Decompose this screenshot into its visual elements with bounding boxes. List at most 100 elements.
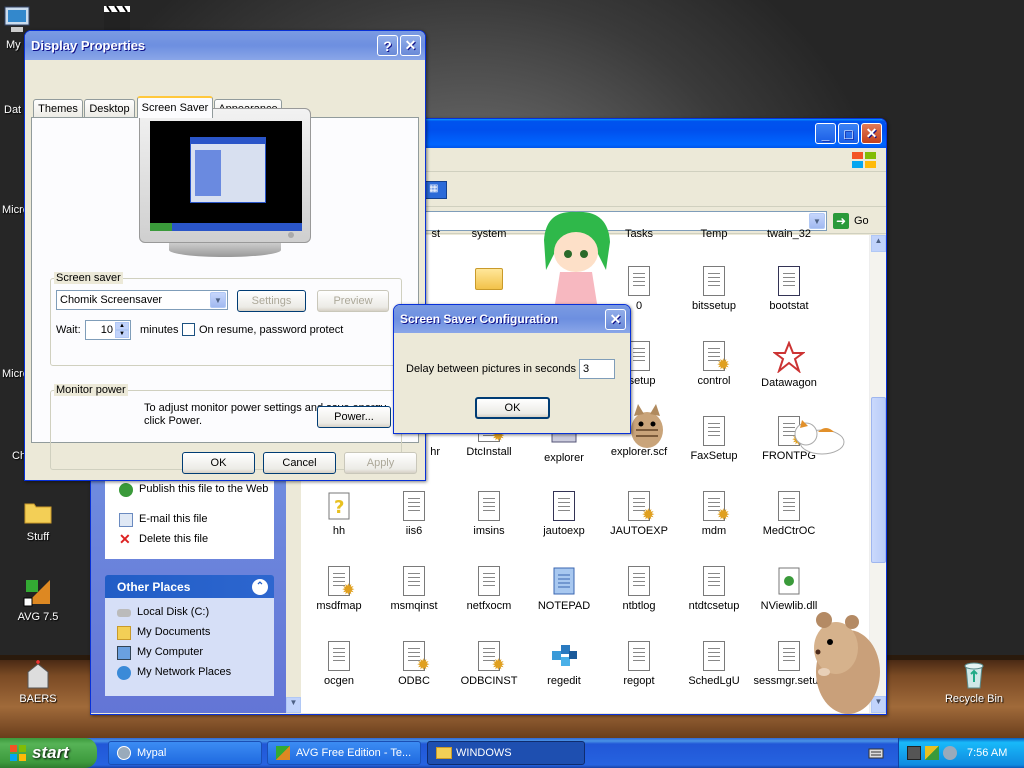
file-item[interactable]: ODBCINST: [452, 641, 526, 687]
regedit-icon: [552, 645, 577, 666]
file-item[interactable]: bitssetup: [677, 266, 751, 312]
scroll-thumb[interactable]: [871, 397, 886, 563]
email-link[interactable]: E-mail this file: [119, 513, 269, 527]
file-item[interactable]: jautoexp: [527, 491, 601, 537]
spin-up-icon[interactable]: ▲: [115, 322, 129, 330]
tray-mypal-icon[interactable]: [943, 746, 957, 760]
file-label: twain_32: [766, 228, 812, 240]
file-item[interactable]: bootstat: [752, 266, 826, 312]
local-disk-label: Local Disk (C:): [137, 606, 210, 618]
minimize-button[interactable]: _: [815, 123, 836, 144]
file-item[interactable]: control: [677, 341, 751, 387]
file-item[interactable]: mdm: [677, 491, 751, 537]
desktop-icon-avg[interactable]: AVG 7.5: [1, 576, 75, 624]
document-icon: [478, 491, 500, 521]
file-item[interactable]: regedit: [527, 641, 601, 687]
views-button[interactable]: ▦: [425, 181, 447, 199]
file-item[interactable]: ntdtcsetup: [677, 566, 751, 612]
delete-link[interactable]: ✕ Delete this file: [119, 532, 269, 547]
maximize-button[interactable]: □: [838, 123, 859, 144]
close-button[interactable]: ✕: [605, 308, 626, 330]
wait-spinner[interactable]: 10 ▲ ▼: [85, 320, 131, 340]
file-item[interactable]: twain_32: [752, 228, 826, 240]
file-item[interactable]: regopt: [602, 641, 676, 687]
my-network-places-link[interactable]: My Network Places: [117, 666, 231, 680]
file-item[interactable]: explorer: [527, 430, 601, 464]
file-item[interactable]: msmqinst: [377, 566, 451, 612]
spinner-arrows[interactable]: ▲ ▼: [115, 322, 129, 338]
notepad-icon: [553, 567, 575, 595]
help-button[interactable]: ?: [377, 35, 398, 56]
tab-desktop[interactable]: Desktop: [84, 99, 135, 117]
close-button[interactable]: ✕: [861, 123, 882, 144]
tab-themes[interactable]: Themes: [33, 99, 83, 117]
document-icon: [628, 266, 650, 296]
file-item[interactable]: NViewlib.dll: [752, 566, 826, 612]
tab-screen-saver[interactable]: Screen Saver: [137, 96, 213, 118]
file-item[interactable]: ocgen: [302, 641, 376, 687]
tab-label: Themes: [38, 102, 78, 115]
file-item[interactable]: ODBC: [377, 641, 451, 687]
start-button[interactable]: start: [0, 738, 97, 768]
file-item[interactable]: ntbtlog: [602, 566, 676, 612]
preview-button[interactable]: Preview: [317, 290, 389, 312]
file-item[interactable]: Datawagon: [752, 341, 826, 389]
power-label: Power...: [334, 411, 374, 423]
collapse-icon[interactable]: ⌃: [252, 578, 268, 595]
go-button[interactable]: ➜ Go: [833, 211, 883, 231]
file-item[interactable]: ? hh: [302, 491, 376, 537]
file-item[interactable]: NOTEPAD: [527, 566, 601, 612]
ok-button[interactable]: OK: [182, 452, 255, 474]
file-item[interactable]: msdfmap: [302, 566, 376, 612]
ok-button[interactable]: OK: [475, 397, 550, 419]
power-button[interactable]: Power...: [317, 406, 391, 428]
other-places-header[interactable]: Other Places ⌃: [105, 575, 274, 598]
cancel-button[interactable]: Cancel: [263, 452, 336, 474]
screen-saver-select[interactable]: Chomik Screensaver ▼: [56, 290, 228, 310]
file-item[interactable]: JAUTOEXP: [602, 491, 676, 537]
chevron-down-icon[interactable]: ▼: [809, 213, 825, 229]
document-icon: [628, 341, 650, 371]
tray-monitor-icon[interactable]: [907, 746, 921, 760]
taskbar-item-mypal[interactable]: Mypal: [108, 741, 262, 765]
file-label: ODBC: [398, 675, 430, 687]
file-item[interactable]: FaxSetup: [677, 416, 751, 462]
tray-avg-icon[interactable]: [925, 746, 939, 760]
file-item[interactable]: netfxocm: [452, 566, 526, 612]
password-protect-checkbox[interactable]: [182, 323, 195, 336]
file-item[interactable]: SchedLgU: [677, 641, 751, 687]
baers-icon: [27, 660, 49, 689]
file-item[interactable]: system: [452, 228, 526, 240]
file-item[interactable]: MedCtrOC: [752, 491, 826, 537]
my-computer-link[interactable]: My Computer: [117, 646, 203, 660]
apply-button[interactable]: Apply: [344, 452, 417, 474]
file-label: control: [697, 375, 731, 387]
file-item[interactable]: iis6: [377, 491, 451, 537]
config-title-bar[interactable]: Screen Saver Configuration ✕: [394, 305, 630, 333]
settings-button[interactable]: Settings: [237, 290, 306, 312]
close-button[interactable]: ✕: [400, 35, 421, 56]
spin-down-icon[interactable]: ▼: [115, 330, 129, 338]
file-label: hr: [430, 446, 440, 458]
desktop-icon-stuff[interactable]: Stuff: [1, 496, 75, 544]
desktop-icon-recycle-bin[interactable]: Recycle Bin: [937, 658, 1011, 706]
file-item-folder[interactable]: [452, 268, 526, 294]
views-icon: ▦: [429, 183, 439, 194]
file-item[interactable]: imsins: [452, 491, 526, 537]
local-disk-link[interactable]: Local Disk (C:): [117, 606, 209, 618]
file-item[interactable]: Temp: [677, 228, 751, 240]
publish-link[interactable]: Publish this file to the Web: [119, 483, 269, 497]
delay-value: 3: [583, 363, 590, 375]
taskbar-item-windows[interactable]: WINDOWS: [427, 741, 585, 765]
file-label: explorer: [544, 452, 584, 464]
chevron-down-icon[interactable]: ▼: [210, 292, 226, 308]
taskbar-item-avg[interactable]: AVG Free Edition - Te...: [267, 741, 421, 765]
display-properties-title-bar[interactable]: Display Properties ? ✕: [25, 31, 425, 60]
keyboard-icon[interactable]: [868, 746, 884, 760]
clock[interactable]: 7:56 AM: [967, 747, 1007, 759]
desktop-icon-baers[interactable]: BAERS: [1, 658, 75, 706]
my-documents-link[interactable]: My Documents: [117, 626, 210, 640]
task-pane-scroll-down-icon[interactable]: ▼: [286, 697, 301, 713]
delay-input[interactable]: 3: [579, 359, 615, 379]
scroll-up-arrow-icon[interactable]: ▲: [871, 235, 886, 252]
